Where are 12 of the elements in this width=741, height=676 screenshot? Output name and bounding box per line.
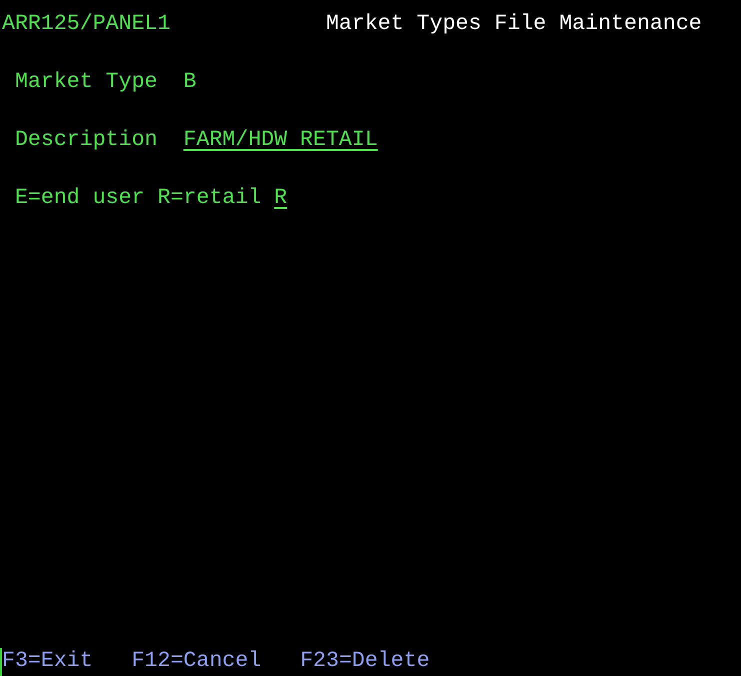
input-field[interactable]: R: [274, 188, 288, 210]
function-key[interactable]: F3=Exit: [2, 650, 93, 672]
field-label: Market Type: [14, 72, 158, 94]
field-label: Description: [14, 130, 158, 152]
program-name: ARR125/PANEL1: [2, 14, 170, 36]
field-label: E=end user R=retail: [14, 188, 262, 210]
screen-title: Market Types File Maintenance: [326, 14, 702, 36]
field-value: B: [183, 72, 196, 94]
input-field[interactable]: FARM/HDW RETAIL: [183, 130, 378, 152]
function-key[interactable]: F23=Delete: [300, 650, 430, 672]
function-key[interactable]: F12=Cancel: [132, 650, 262, 672]
text-cursor: [0, 648, 2, 676]
